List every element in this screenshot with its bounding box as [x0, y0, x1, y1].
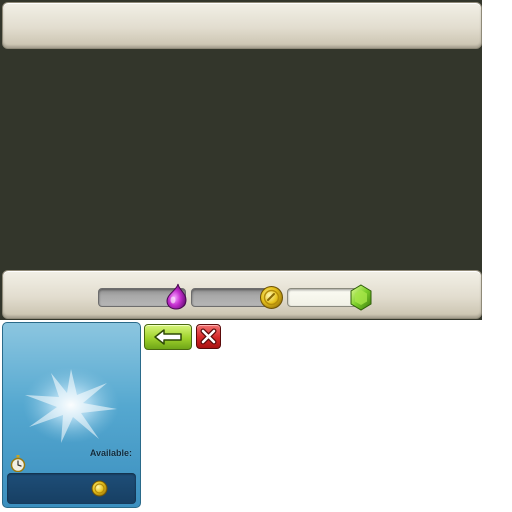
gold-coin-icon: [260, 286, 283, 309]
gem-icon: [350, 284, 372, 311]
sparkle-burst-icon: [23, 367, 119, 443]
stopwatch-icon: [10, 455, 26, 472]
close-button[interactable]: [196, 324, 221, 349]
elixir-drop-icon: [166, 283, 187, 310]
item-card[interactable]: Available:: [2, 322, 141, 508]
close-x-icon: [200, 328, 217, 345]
available-label: Available:: [89, 448, 132, 458]
back-button[interactable]: [144, 324, 192, 350]
dialog-header-bar: [2, 2, 482, 49]
card-cost-coin-icon: [91, 480, 108, 497]
back-arrow-icon: [154, 329, 182, 345]
card-cost-bar: [7, 473, 136, 504]
